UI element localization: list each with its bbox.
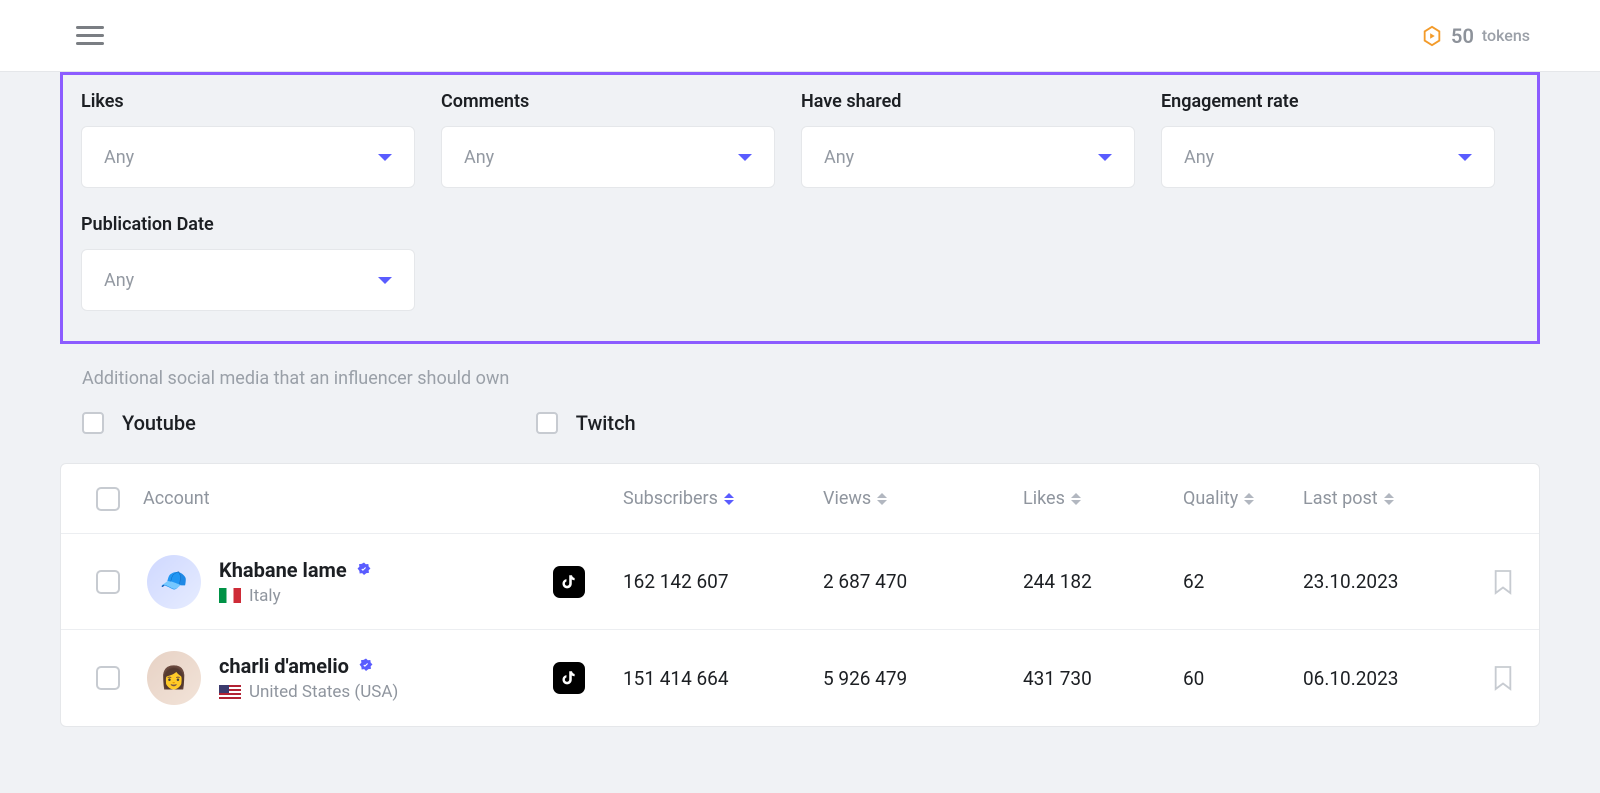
checkbox-label: Twitch bbox=[576, 411, 636, 435]
filters-panel: Likes Any Comments Any Have shared Any E… bbox=[60, 72, 1540, 344]
cell-likes: 244 182 bbox=[1023, 570, 1183, 593]
filter-comments: Comments Any bbox=[441, 91, 775, 188]
checkbox-label: Youtube bbox=[122, 411, 196, 435]
filter-label: Comments bbox=[441, 91, 775, 112]
sort-icon bbox=[877, 493, 887, 505]
filter-have-shared: Have shared Any bbox=[801, 91, 1135, 188]
col-quality[interactable]: Quality bbox=[1183, 488, 1303, 509]
col-likes[interactable]: Likes bbox=[1023, 488, 1183, 509]
cell-subscribers: 151 414 664 bbox=[623, 667, 823, 690]
chevron-down-icon bbox=[1098, 154, 1112, 161]
select-all-checkbox[interactable] bbox=[96, 487, 120, 511]
sort-icon bbox=[1071, 493, 1081, 505]
account-cell[interactable]: 🧢 Khabane lame Italy bbox=[143, 555, 553, 609]
chevron-down-icon bbox=[378, 277, 392, 284]
select-value: Any bbox=[104, 270, 134, 291]
results-table: Account Subscribers Views Likes Quality … bbox=[60, 463, 1540, 727]
filter-label: Publication Date bbox=[81, 214, 415, 235]
cell-quality: 62 bbox=[1183, 570, 1303, 593]
checkbox-youtube[interactable]: Youtube bbox=[82, 411, 196, 435]
sort-icon bbox=[724, 493, 734, 505]
account-country: United States (USA) bbox=[249, 682, 398, 702]
cell-last-post: 06.10.2023 bbox=[1303, 667, 1473, 690]
bookmark-icon[interactable] bbox=[1492, 569, 1514, 595]
account-country: Italy bbox=[249, 586, 281, 606]
sort-icon bbox=[1384, 493, 1394, 505]
avatar: 🧢 bbox=[147, 555, 201, 609]
filter-label: Engagement rate bbox=[1161, 91, 1495, 112]
tokens-label: tokens bbox=[1482, 26, 1530, 45]
table-header: Account Subscribers Views Likes Quality … bbox=[61, 464, 1539, 534]
tiktok-icon bbox=[553, 566, 585, 598]
sort-icon bbox=[1244, 493, 1254, 505]
verified-icon bbox=[357, 657, 375, 675]
col-account[interactable]: Account bbox=[143, 488, 553, 509]
chevron-down-icon bbox=[738, 154, 752, 161]
token-hex-icon bbox=[1421, 25, 1443, 47]
account-name: Khabane lame bbox=[219, 558, 347, 582]
filter-engagement-rate: Engagement rate Any bbox=[1161, 91, 1495, 188]
additional-social-section: Additional social media that an influenc… bbox=[60, 368, 1540, 435]
filter-likes-select[interactable]: Any bbox=[81, 126, 415, 188]
cell-views: 5 926 479 bbox=[823, 667, 1023, 690]
bookmark-icon[interactable] bbox=[1492, 665, 1514, 691]
flag-icon bbox=[219, 588, 241, 603]
col-views[interactable]: Views bbox=[823, 488, 1023, 509]
filter-label: Have shared bbox=[801, 91, 1135, 112]
checkbox-icon bbox=[536, 412, 558, 434]
filter-publication-date-select[interactable]: Any bbox=[81, 249, 415, 311]
col-label: Account bbox=[143, 488, 210, 509]
verified-icon bbox=[355, 561, 373, 579]
col-label: Quality bbox=[1183, 488, 1238, 509]
chevron-down-icon bbox=[378, 154, 392, 161]
flag-icon bbox=[219, 685, 241, 700]
row-checkbox[interactable] bbox=[96, 570, 120, 594]
col-label: Last post bbox=[1303, 488, 1378, 509]
select-value: Any bbox=[104, 147, 134, 168]
select-value: Any bbox=[1184, 147, 1214, 168]
table-row[interactable]: 🧢 Khabane lame Italy 162 142 60 bbox=[61, 534, 1539, 630]
filter-comments-select[interactable]: Any bbox=[441, 126, 775, 188]
filter-likes: Likes Any bbox=[81, 91, 415, 188]
additional-social-label: Additional social media that an influenc… bbox=[82, 368, 1540, 389]
tokens-indicator[interactable]: 50 tokens bbox=[1421, 24, 1530, 48]
tiktok-icon bbox=[553, 662, 585, 694]
select-value: Any bbox=[824, 147, 854, 168]
menu-button[interactable] bbox=[76, 26, 104, 45]
cell-subscribers: 162 142 607 bbox=[623, 570, 823, 593]
col-subscribers[interactable]: Subscribers bbox=[623, 488, 823, 509]
checkbox-icon bbox=[82, 412, 104, 434]
cell-views: 2 687 470 bbox=[823, 570, 1023, 593]
filter-publication-date: Publication Date Any bbox=[81, 214, 415, 311]
cell-last-post: 23.10.2023 bbox=[1303, 570, 1473, 593]
col-label: Views bbox=[823, 488, 871, 509]
tokens-count: 50 bbox=[1451, 24, 1474, 48]
filter-label: Likes bbox=[81, 91, 415, 112]
topbar: 50 tokens bbox=[0, 0, 1600, 72]
select-value: Any bbox=[464, 147, 494, 168]
cell-quality: 60 bbox=[1183, 667, 1303, 690]
avatar: 👩 bbox=[147, 651, 201, 705]
col-label: Likes bbox=[1023, 488, 1065, 509]
filter-have-shared-select[interactable]: Any bbox=[801, 126, 1135, 188]
table-row[interactable]: 👩 charli d'amelio United States (USA) bbox=[61, 630, 1539, 726]
account-name: charli d'amelio bbox=[219, 654, 349, 678]
platform-checkboxes: Youtube Twitch bbox=[82, 411, 1540, 435]
checkbox-twitch[interactable]: Twitch bbox=[536, 411, 636, 435]
chevron-down-icon bbox=[1458, 154, 1472, 161]
account-cell[interactable]: 👩 charli d'amelio United States (USA) bbox=[143, 651, 553, 705]
col-label: Subscribers bbox=[623, 488, 718, 509]
cell-likes: 431 730 bbox=[1023, 667, 1183, 690]
col-last-post[interactable]: Last post bbox=[1303, 488, 1473, 509]
filter-engagement-rate-select[interactable]: Any bbox=[1161, 126, 1495, 188]
row-checkbox[interactable] bbox=[96, 666, 120, 690]
